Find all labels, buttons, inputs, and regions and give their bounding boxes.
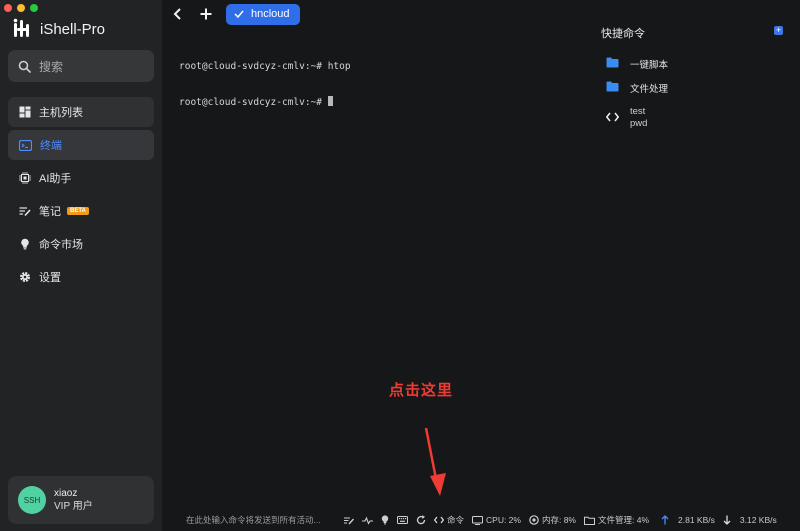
app-logo-icon: [13, 18, 29, 37]
folder-icon: [606, 57, 619, 68]
activity-toggle[interactable]: [362, 516, 373, 525]
memory-value: 内存: 8%: [541, 515, 576, 525]
sidebar-item-label: 终端: [40, 140, 62, 152]
keyboard-toggle[interactable]: [397, 516, 408, 524]
quick-commands-toggle[interactable]: 命令: [434, 514, 464, 526]
minimize-window-button[interactable]: [17, 4, 25, 12]
command-market-toggle[interactable]: [381, 515, 389, 525]
tab-hncloud[interactable]: hncloud: [226, 3, 300, 25]
sidebar-item-label: 主机列表: [39, 107, 83, 119]
pulse-icon: [362, 516, 373, 525]
gear-icon: [20, 272, 30, 282]
grid-icon: [19, 106, 31, 118]
tab-label: hncloud: [251, 8, 290, 20]
chevron-left-icon: [173, 8, 181, 20]
sidebar-item-label: 笔记: [39, 206, 61, 218]
folder-icon: [606, 81, 619, 92]
note-icon: [344, 517, 354, 524]
sidebar-item-label: 设置: [39, 272, 61, 284]
annotation-arrow: [424, 427, 446, 496]
file-manager-value: 文件管理: 4%: [598, 515, 650, 525]
memory-status: 内存: 8%: [529, 514, 576, 526]
search-placeholder: 搜索: [39, 59, 64, 74]
arrow-up-icon: [661, 515, 669, 525]
add-quick-command-button[interactable]: +: [774, 26, 783, 35]
sidebar-nav: 主机列表 终端 AI助手 笔记 BETA 命令市场 设置: [8, 97, 154, 295]
keyboard-icon: [397, 516, 408, 524]
code-icon: [434, 516, 444, 524]
chip-icon: [19, 172, 31, 184]
quick-commands-label: 命令: [447, 515, 465, 525]
status-bar: 在此处输入命令将发送到所有活动... 命令 CPU: 2% 内存: 8% 文件管…: [186, 512, 800, 528]
beta-badge: BETA: [67, 207, 89, 215]
annotation-text: 点击这里: [389, 382, 454, 399]
arrow-down-icon: [723, 515, 731, 525]
bulb-icon: [381, 515, 389, 525]
app-brand: iShell-Pro: [12, 18, 105, 40]
refresh-icon: [416, 515, 426, 525]
user-level: VIP 用户: [54, 501, 93, 512]
download-speed: 3.12 KB/s: [723, 515, 777, 525]
folder-icon: [584, 516, 595, 525]
search-icon: [18, 60, 31, 73]
monitor-icon: [472, 515, 484, 525]
sidebar-item-label: 命令市场: [39, 239, 83, 251]
refresh-button[interactable]: [416, 515, 426, 525]
bulb-icon: [21, 238, 29, 250]
terminal-icon: [19, 139, 32, 151]
sidebar-item-ai[interactable]: AI助手: [8, 163, 154, 193]
maximize-window-button[interactable]: [30, 4, 38, 12]
upload-speed: 2.81 KB/s: [661, 515, 715, 525]
broadcast-command-input[interactable]: 在此处输入命令将发送到所有活动...: [186, 514, 344, 526]
sidebar-item-settings[interactable]: 设置: [8, 262, 154, 292]
sidebar: iShell-Pro 搜索 主机列表 终端 AI助手 笔记 BETA 命令市场 …: [0, 0, 162, 531]
quick-command-folder[interactable]: 一键脚本: [606, 57, 668, 71]
user-card[interactable]: SSH xiaoz VIP 用户: [8, 476, 154, 524]
download-value: 3.12 KB/s: [739, 515, 777, 525]
notes-toggle[interactable]: [344, 516, 354, 525]
quick-command-label: 文件处理: [630, 84, 669, 95]
note-icon: [19, 207, 31, 217]
plus-icon: [200, 8, 212, 20]
quick-commands-title: 快捷命令: [601, 28, 645, 40]
quick-command-content: pwd: [630, 118, 648, 129]
sidebar-item-hosts[interactable]: 主机列表: [8, 97, 154, 127]
terminal-line: root@cloud-svdcyz-cmlv:~# htop: [179, 61, 351, 72]
memory-icon: [529, 515, 539, 525]
back-button[interactable]: [170, 6, 186, 22]
sidebar-item-label: AI助手: [39, 173, 72, 185]
app-title: iShell-Pro: [40, 20, 106, 38]
code-icon: [606, 112, 619, 122]
quick-command-label: test: [630, 106, 646, 117]
sidebar-item-command-market[interactable]: 命令市场: [8, 229, 154, 259]
avatar: SSH: [18, 486, 46, 514]
tab-bar: hncloud: [170, 3, 300, 25]
check-icon: [234, 10, 244, 18]
quick-command-label: 一键脚本: [630, 60, 669, 71]
new-tab-button[interactable]: [198, 6, 214, 22]
window-controls: [4, 4, 38, 12]
search-box[interactable]: 搜索: [8, 50, 154, 82]
quick-command-item[interactable]: test pwd: [606, 106, 647, 130]
sidebar-item-notes[interactable]: 笔记 BETA: [8, 196, 154, 226]
terminal-line: root@cloud-svdcyz-cmlv:~#: [179, 96, 328, 108]
quick-command-folder[interactable]: 文件处理: [606, 81, 668, 95]
close-window-button[interactable]: [4, 4, 12, 12]
terminal-cursor: [327, 95, 333, 106]
sidebar-item-terminal[interactable]: 终端: [8, 130, 154, 160]
user-name: xiaoz: [54, 488, 78, 499]
upload-value: 2.81 KB/s: [678, 515, 715, 525]
cpu-value: CPU: 2%: [486, 515, 521, 525]
cpu-status: CPU: 2%: [472, 515, 521, 525]
file-manager-status[interactable]: 文件管理: 4%: [584, 514, 649, 526]
terminal-prompt-line: root@cloud-svdcyz-cmlv:~#: [179, 95, 351, 109]
terminal-output[interactable]: root@cloud-svdcyz-cmlv:~# htop root@clou…: [179, 38, 351, 120]
